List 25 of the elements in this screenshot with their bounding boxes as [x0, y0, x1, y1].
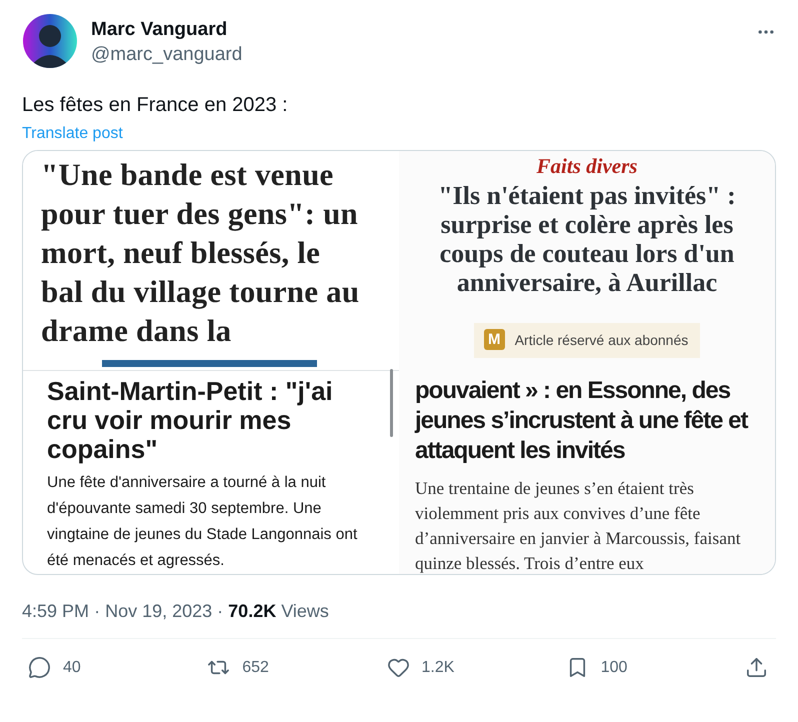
article-body: Une fête d'anniversaire a tourné à la nuit d'épouvante samedi 30 septembre. Une vingtaine de jeunes du Stade Langonnais ont été menacés et agressés. — [47, 473, 358, 571]
article-category: Faits divers — [536, 153, 638, 179]
views-count: 70.2K Views — [228, 600, 329, 623]
reply-button[interactable]: 40 — [28, 656, 148, 679]
heart-icon — [386, 656, 410, 679]
share-button[interactable] — [745, 656, 768, 679]
avatar[interactable] — [23, 14, 77, 68]
article-headline: "Une bande est venue pour tuer des gens": un mort, neuf blessés, le bal du village tourne au drame dans la — [41, 156, 360, 350]
post-text: Les fêtes en France en 2023 : — [22, 93, 289, 118]
like-button[interactable]: 1.2K — [386, 656, 506, 679]
article-headline: "Ils n'étaient pas invités" : surprise et colère après les coups de couteau lors d'un anniversaire, à Aurillac — [437, 181, 737, 297]
article-headline: Saint-Martin-Petit : "j'ai cru voir mourir mes copains" — [47, 377, 334, 464]
author-name[interactable]: Marc Vanguard — [91, 18, 742, 42]
post-time[interactable]: 4:59 PM · Nov 19, 2023 · — [22, 599, 224, 623]
scrollbar — [390, 369, 393, 437]
badge-logo: M — [484, 329, 505, 350]
reply-icon — [28, 656, 51, 679]
article-body: Une trentaine de jeunes s’en étaient très violemment pris aux convives d’une fête d’anniversaire en janvier à Marcoussis, faisant quinze blessés. Trois d’entre eux — [415, 477, 741, 574]
share-icon — [745, 656, 768, 679]
author-handle[interactable]: @marc_vanguard — [91, 42, 742, 68]
media-collage[interactable] — [22, 150, 776, 575]
badge-label: Article réservé aux abonnés — [514, 332, 688, 348]
article-headline: pouvaient » : en Essonne, des jeunes s’incrustent à une fête et attaquent les invités — [415, 376, 749, 466]
bookmark-button[interactable]: 100 — [566, 656, 686, 679]
repost-button[interactable]: 652 — [207, 656, 328, 679]
